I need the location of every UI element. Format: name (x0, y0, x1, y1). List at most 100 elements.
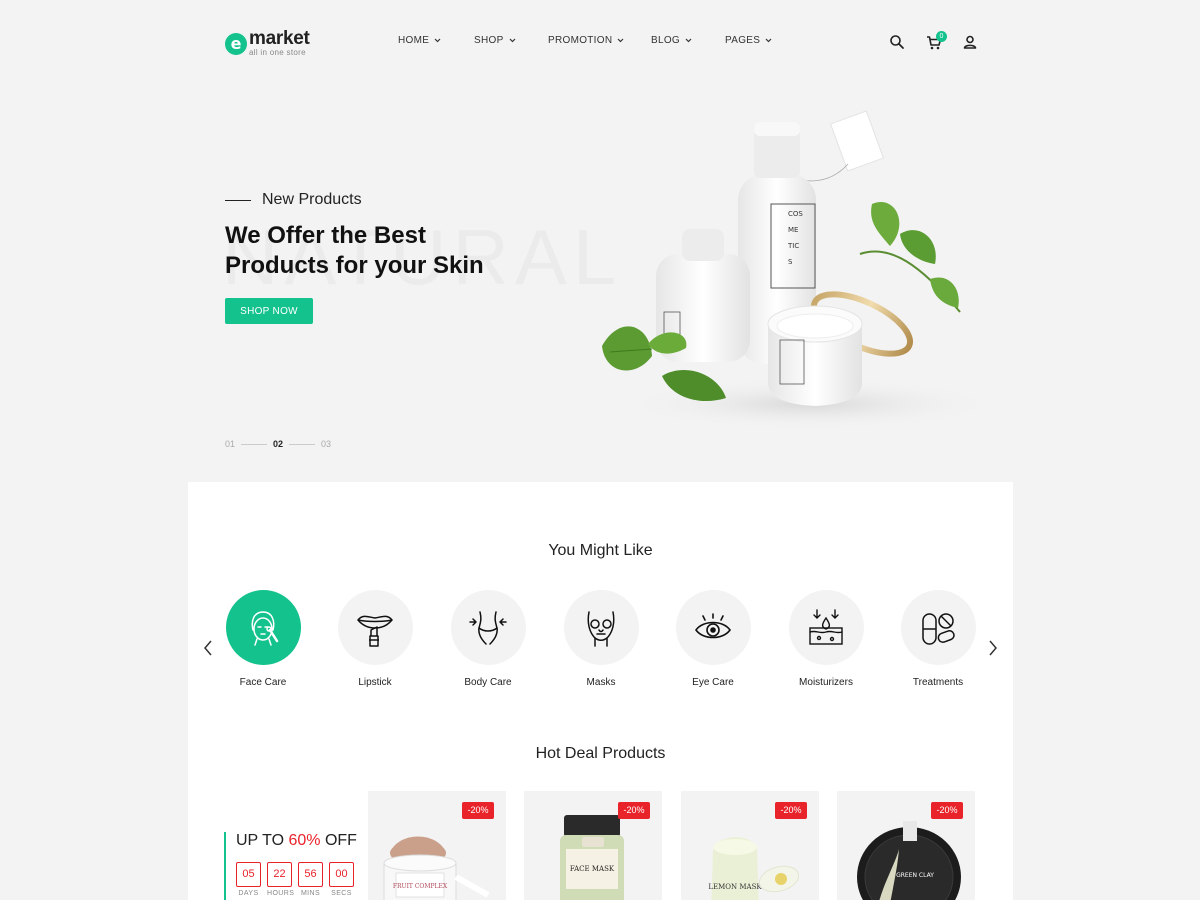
product-label: FRUIT COMPLEX (393, 883, 448, 890)
timer-value: 22 (267, 862, 292, 887)
slide-dot-1[interactable]: 01 (225, 439, 235, 449)
hero-eyebrow-text: New Products (262, 191, 362, 208)
face-care-icon (251, 610, 279, 646)
product-card-green-clay[interactable]: GREEN CLAY -20% (837, 791, 975, 900)
category-circle (788, 590, 864, 665)
timer-days: 05 DAYS (236, 862, 261, 897)
category-treatments[interactable]: Treatments (900, 590, 976, 688)
category-eye-care[interactable]: Eye Care (675, 590, 751, 688)
logo-tagline: all in one store (249, 48, 306, 57)
pagination-divider (289, 443, 316, 445)
product-label: LEMON MASK (708, 883, 762, 891)
category-circle (675, 590, 751, 665)
deal-headline-suffix: OFF (320, 832, 357, 849)
product-label: GREEN CLAY (896, 872, 934, 879)
timer-label: HOURS (267, 890, 295, 897)
body-care-icon (469, 610, 507, 645)
mask-icon (587, 610, 615, 647)
chevron-left-icon (204, 640, 212, 656)
discount-badge: -20% (462, 802, 494, 819)
user-icon[interactable] (962, 34, 980, 52)
you-might-like-title: You Might Like (548, 542, 653, 559)
site-header: e market all in one store HOME SHOP PROM… (0, 0, 1200, 84)
category-circle (900, 590, 976, 665)
nav-pages[interactable]: PAGES (725, 35, 772, 46)
slide-dot-2[interactable]: 02 (273, 439, 283, 449)
category-circle (337, 590, 413, 665)
timer-value: 56 (298, 862, 323, 887)
deal-countdown: UP TO 60% OFF 05 DAYS 22 HOURS 56 MINS 0… (224, 832, 374, 900)
discount-badge: -20% (618, 802, 650, 819)
product-label: FACE MASK (570, 865, 615, 873)
hero-title-line-2: Products for your Skin (225, 252, 484, 279)
category-lipstick[interactable]: Lipstick (337, 590, 413, 688)
chevron-down-icon (685, 37, 692, 44)
hero-slider: NATURAL New Products We Offer the Best P… (0, 84, 1200, 482)
category-label: Masks (586, 677, 616, 688)
nav-home[interactable]: HOME (398, 35, 441, 46)
timer-mins: 56 MINS (298, 862, 323, 897)
slide-dot-3[interactable]: 03 (321, 439, 331, 449)
hero-title: We Offer the Best Products for your Skin (225, 221, 545, 281)
pills-icon (922, 612, 955, 645)
timer-value: 00 (329, 862, 354, 887)
product-card-lemon-mask[interactable]: LEMON MASK -20% (681, 791, 819, 900)
eye-icon (695, 612, 731, 638)
category-carousel: Face Care Lipstick Body Care Masks Eye C… (225, 590, 985, 690)
timer-label: SECS (331, 890, 352, 897)
category-circle (225, 590, 301, 665)
category-circle (563, 590, 639, 665)
timer-secs: 00 SECS (329, 862, 354, 897)
category-body-care[interactable]: Body Care (450, 590, 526, 688)
shop-now-button[interactable]: SHOP NOW (225, 298, 313, 324)
chevron-right-icon (989, 640, 997, 656)
nav-blog-label: BLOG (651, 35, 680, 46)
nav-promotion[interactable]: PROMOTION (548, 35, 624, 46)
product-card-fruit-complex[interactable]: FRUIT COMPLEX -20% (368, 791, 506, 900)
timer-hours: 22 HOURS (267, 862, 295, 897)
category-moisturizers[interactable]: Moisturizers (788, 590, 864, 688)
moisturizer-icon (809, 608, 843, 645)
tall-bottle-label-3: TIC (787, 242, 799, 250)
deal-headline-prefix: UP TO (236, 832, 289, 849)
categories-next-arrow[interactable] (987, 639, 999, 657)
pagination-divider (241, 443, 268, 445)
content-panel: You Might Like Face Care Lipstick Body C… (188, 482, 1013, 900)
category-label: Treatments (912, 677, 964, 688)
product-card-face-mask[interactable]: FACE MASK -20% (524, 791, 662, 900)
nav-shop-label: SHOP (474, 35, 504, 46)
hero-title-line-1: We Offer the Best (225, 222, 426, 249)
category-label: Lipstick (358, 677, 392, 688)
eyebrow-divider (225, 199, 251, 201)
hot-deal-title: Hot Deal Products (535, 745, 666, 762)
lipstick-icon (357, 615, 393, 647)
chevron-down-icon (434, 37, 441, 44)
cart-button[interactable]: 0 (926, 31, 947, 53)
nav-shop[interactable]: SHOP (474, 35, 516, 46)
category-label: Body Care (464, 677, 512, 688)
category-label: Moisturizers (799, 677, 853, 688)
category-masks[interactable]: Masks (563, 590, 639, 688)
hero-product-image: COS ME TIC S (602, 110, 1000, 430)
timer-value: 05 (236, 862, 261, 887)
hero-eyebrow: New Products (225, 191, 362, 209)
discount-badge: -20% (931, 802, 963, 819)
tall-bottle-label-2: ME (788, 226, 798, 234)
countdown-timer: 05 DAYS 22 HOURS 56 MINS 00 SECS (236, 862, 360, 897)
nav-promotion-label: PROMOTION (548, 35, 613, 46)
nav-blog[interactable]: BLOG (651, 35, 692, 46)
categories-prev-arrow[interactable] (202, 639, 214, 657)
chevron-down-icon (765, 37, 772, 44)
category-face-care[interactable]: Face Care (225, 590, 301, 688)
category-label: Eye Care (692, 677, 734, 688)
chevron-down-icon (617, 37, 624, 44)
main-nav: HOME SHOP PROMOTION BLOG PAGES (0, 35, 1200, 49)
slider-pagination: 01 02 03 (225, 439, 331, 449)
category-label: Face Care (239, 677, 287, 688)
deal-headline: UP TO 60% OFF (236, 832, 357, 850)
nav-pages-label: PAGES (725, 35, 761, 46)
nav-home-label: HOME (398, 35, 430, 46)
tall-bottle-label-1: COS (788, 210, 803, 218)
chevron-down-icon (509, 37, 516, 44)
search-icon[interactable] (889, 34, 907, 52)
